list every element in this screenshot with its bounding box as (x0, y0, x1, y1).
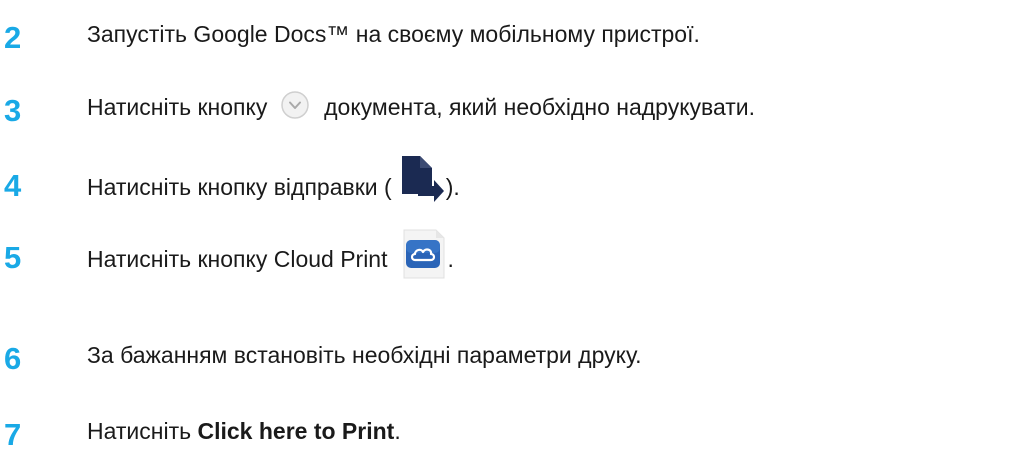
step-2: 2 Запустіть Google Docs™ на своєму мобіл… (0, 12, 1013, 55)
step-text-main: Запустіть Google Docs™ на своєму мобільн… (87, 20, 700, 47)
send-document-icon (401, 156, 444, 202)
step-number: 4 (4, 168, 22, 203)
step-text-bold: Click here to Print (197, 417, 395, 444)
step-number: 7 (4, 417, 22, 452)
step-4: 4 Натисніть кнопку відправки ( ). (0, 156, 1013, 203)
step-text-before: Натисніть кнопку (87, 93, 268, 120)
step-3: 3 Натисніть кнопку документа, який необх… (0, 85, 1013, 128)
step-text-after: документа, який необхідно надрукувати. (324, 93, 756, 120)
step-text-after: ). (445, 174, 460, 200)
step-text-before: Натисніть кнопку відправки ( (87, 174, 392, 200)
step-number: 6 (4, 341, 22, 376)
step-text: Натисніть кнопку Cloud Print . (87, 229, 454, 286)
step-text-before: Натисніть кнопку Cloud Print (87, 246, 388, 272)
step-text: Натисніть кнопку відправки ( ). (87, 156, 460, 214)
step-5: 5 Натисніть кнопку Cloud Print . (0, 229, 1013, 279)
step-text: За бажанням встановіть необхідні парамет… (87, 333, 642, 375)
step-6: 6 За бажанням встановіть необхідні парам… (0, 333, 1013, 376)
step-text-before: Натисніть (87, 417, 198, 444)
step-number: 5 (4, 240, 22, 275)
step-text-after: . (394, 417, 401, 444)
step-number: 2 (4, 20, 22, 55)
step-text: Натисніть кнопку документа, який необхід… (87, 85, 755, 127)
step-text-after: . (447, 246, 454, 272)
step-number: 3 (4, 93, 22, 128)
cloud-print-icon (403, 229, 444, 279)
dropdown-circle-icon (280, 91, 309, 119)
step-7: 7 Натисніть Click here to Print. (0, 409, 1013, 452)
step-text: Запустіть Google Docs™ на своєму мобільн… (87, 12, 700, 54)
step-text-main: За бажанням встановіть необхідні парамет… (87, 341, 642, 368)
step-text: Натисніть Click here to Print. (87, 409, 401, 451)
